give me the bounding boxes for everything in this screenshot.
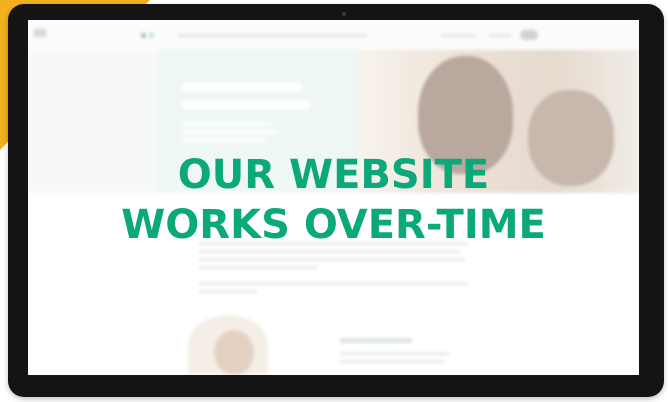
tablet-screen: OUR WEBSITE WORKS OVER-TIME [28,20,639,375]
camera-icon [342,12,346,16]
overlay-headline-line: WORKS OVER-TIME [121,202,546,248]
overlay-headline-line: OUR WEBSITE [177,152,490,198]
overlay-headline: OUR WEBSITE WORKS OVER-TIME [28,150,639,250]
